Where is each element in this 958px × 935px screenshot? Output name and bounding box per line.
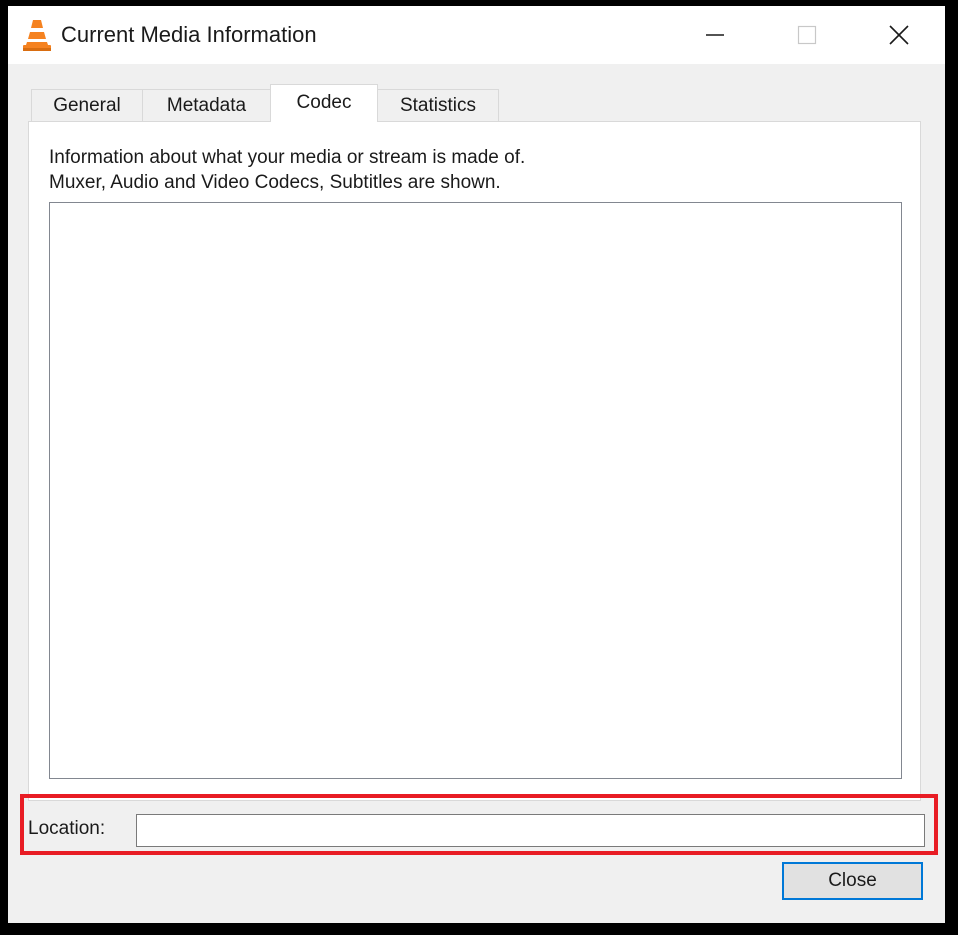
- tab-general[interactable]: General: [31, 89, 143, 121]
- codec-description: Information about what your media or str…: [49, 145, 525, 195]
- codec-info-tree[interactable]: [49, 202, 902, 779]
- vlc-cone-icon: [23, 20, 51, 51]
- maximize-icon: [797, 25, 817, 45]
- codec-panel: Information about what your media or str…: [28, 121, 921, 801]
- minimize-icon: [706, 34, 724, 36]
- close-icon: [889, 25, 909, 45]
- location-label: Location:: [28, 818, 106, 839]
- tab-codec[interactable]: Codec: [270, 84, 378, 122]
- media-info-window: Current Media Information General Metada…: [8, 6, 945, 923]
- location-input[interactable]: [136, 814, 925, 847]
- title-bar[interactable]: Current Media Information: [8, 6, 945, 64]
- minimize-button[interactable]: [669, 6, 761, 64]
- tab-metadata[interactable]: Metadata: [142, 89, 271, 121]
- maximize-button[interactable]: [761, 6, 853, 64]
- close-button[interactable]: Close: [782, 862, 923, 900]
- description-line-2: Muxer, Audio and Video Codecs, Subtitles…: [49, 172, 501, 193]
- window-title: Current Media Information: [61, 22, 317, 47]
- description-line-1: Information about what your media or str…: [49, 147, 526, 168]
- window-close-button[interactable]: [853, 6, 945, 64]
- tab-statistics[interactable]: Statistics: [377, 89, 499, 121]
